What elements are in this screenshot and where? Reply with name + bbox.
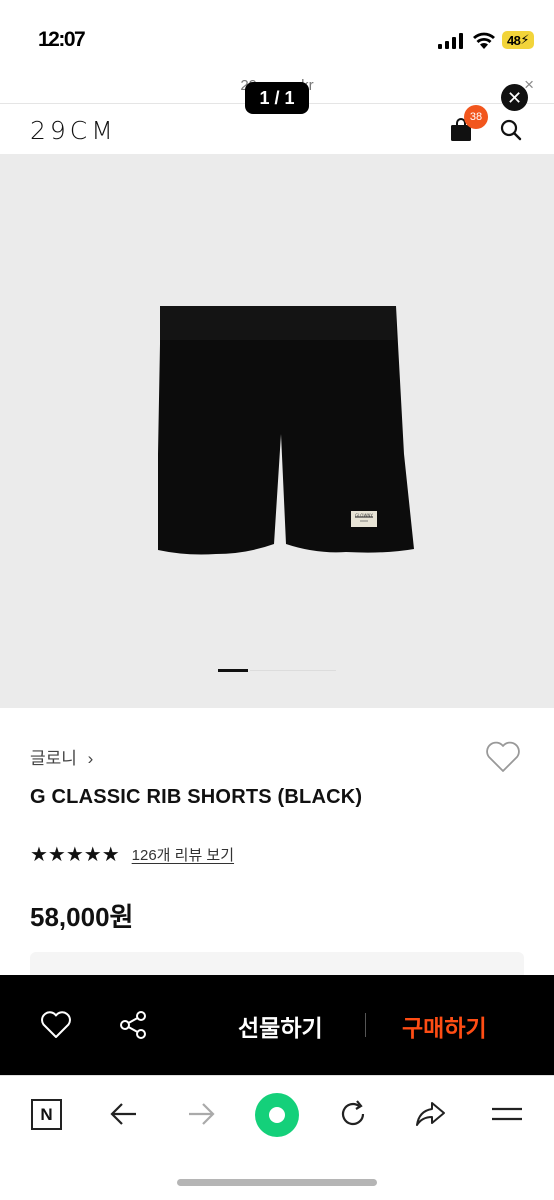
product-title: G CLASSIC RIB SHORTS (BLACK) — [30, 786, 363, 808]
brand-name: 글로니 — [30, 749, 77, 768]
buy-button[interactable]: 구매하기 — [402, 1009, 487, 1043]
wifi-icon — [473, 32, 495, 49]
home-icon[interactable] — [255, 1093, 299, 1137]
cellular-signal-icon — [438, 33, 463, 49]
star-rating: ★★★★★ — [30, 843, 120, 866]
product-price: 58,000원 — [30, 902, 134, 932]
image-page-counter: 1 / 1 — [245, 82, 309, 114]
product-image: GLOWNY — [158, 306, 414, 555]
review-link[interactable]: 126개 리뷰 보기 — [132, 844, 234, 865]
wishlist-heart-icon[interactable] — [485, 740, 521, 774]
overlay-close-icon[interactable]: ✕ — [501, 84, 528, 111]
forward-arrow-icon[interactable] — [185, 1098, 217, 1130]
battery-indicator: 48 ⚡ — [502, 31, 534, 49]
heart-icon[interactable] — [40, 1011, 72, 1039]
purchase-action-bar: 선물하기 구매하기 — [0, 975, 554, 1075]
action-divider — [365, 1013, 366, 1037]
share-icon[interactable] — [118, 1010, 148, 1040]
refresh-icon[interactable] — [337, 1098, 369, 1130]
status-bar: 12:07 48 ⚡ — [0, 0, 554, 74]
home-indicator — [177, 1179, 377, 1186]
gift-button[interactable]: 선물하기 — [238, 1009, 323, 1043]
logo[interactable]: 29CM — [30, 116, 117, 145]
menu-icon[interactable] — [491, 1098, 523, 1130]
back-arrow-icon[interactable] — [108, 1098, 140, 1130]
browser-toolbar: N — [0, 1075, 554, 1200]
battery-level: 48 — [506, 32, 521, 48]
home-icon-center — [269, 1107, 285, 1123]
status-time: 12:07 — [38, 28, 86, 51]
gallery-pagination — [218, 669, 338, 672]
search-icon[interactable] — [500, 119, 522, 141]
naver-n-icon[interactable]: N — [31, 1099, 62, 1130]
cart-count-badge: 38 — [464, 105, 488, 129]
product-image-gallery[interactable]: GLOWNY — [0, 154, 554, 708]
share-arrow-icon[interactable] — [414, 1098, 446, 1130]
brand-link[interactable]: 글로니 › — [30, 744, 93, 769]
pagination-active-indicator — [218, 669, 248, 672]
garment-label-text: GLOWNY — [355, 513, 373, 518]
rating-row: ★★★★★ 126개 리뷰 보기 — [30, 842, 234, 866]
pagination-track — [250, 670, 336, 671]
chevron-right-icon: › — [87, 749, 94, 768]
